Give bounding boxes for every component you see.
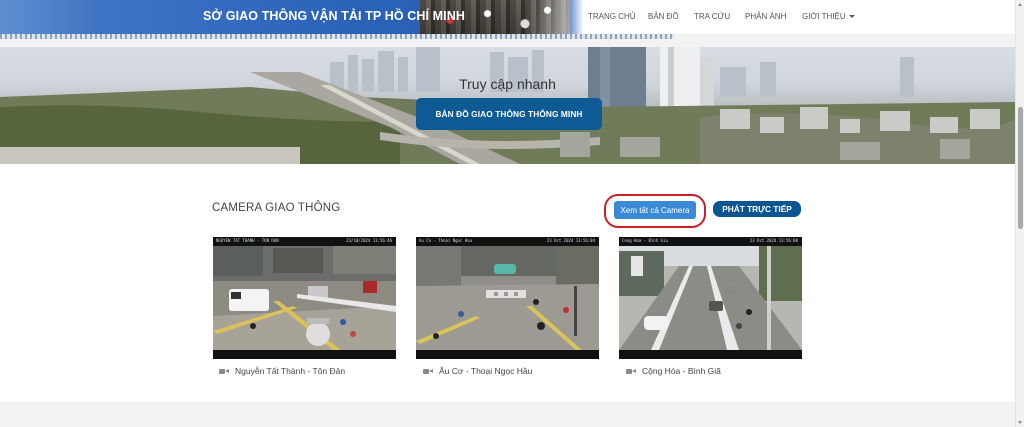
camera-overlay-timestamp: 23 Oct 2024 13:56:04 — [546, 238, 595, 243]
video-camera-icon — [219, 368, 229, 375]
scroll-thumb[interactable] — [1018, 107, 1023, 229]
smart-traffic-map-button[interactable]: BẢN ĐỒ GIAO THÔNG THÔNG MINH — [416, 98, 602, 130]
camera-thumbnail-3[interactable]: Cong Hoa - Binh Gia 23 Oct 2024 13:56:00 — [619, 237, 802, 359]
camera-feed-image — [619, 246, 802, 350]
nav-item-feedback[interactable]: PHẢN ÁNH — [745, 12, 786, 21]
camera-overlay-label: Au Co - Thoai Ngoc Hau — [419, 238, 472, 243]
nav-item-home[interactable]: TRANG CHỦ — [588, 12, 636, 21]
video-camera-icon — [423, 368, 433, 375]
camera-name: Nguyễn Tất Thành - Tôn Đản — [235, 366, 346, 376]
scroll-up-arrow-icon[interactable] — [1018, 3, 1022, 6]
camera-feed-image — [213, 246, 396, 350]
nav-item-lookup[interactable]: TRA CỨU — [694, 12, 730, 21]
camera-overlay-label: NGUYEN TAT THANH - TON DAN — [216, 238, 279, 243]
camera-caption-3[interactable]: Cộng Hòa - Bình Giã — [626, 366, 721, 376]
header-divider-strip — [0, 34, 675, 39]
camera-thumbnail-1[interactable]: NGUYEN TAT THANH - TON DAN 23/10/2024 13… — [213, 237, 396, 359]
camera-feed-image — [416, 246, 599, 350]
camera-name: Cộng Hòa - Bình Giã — [642, 366, 721, 376]
camera-overlay-label: Cong Hoa - Binh Gia — [622, 238, 668, 243]
camera-thumbnail-2[interactable]: Au Co - Thoai Ngoc Hau 23 Oct 2024 13:56… — [416, 237, 599, 359]
camera-section: CAMERA GIAO THÔNG Xem tất cả Camera PHÁT… — [0, 164, 1015, 402]
chevron-down-icon — [848, 15, 855, 19]
camera-overlay-timestamp: 23/10/2024 13:56:46 — [346, 238, 392, 243]
live-stream-button[interactable]: PHÁT TRỰC TIẾP — [713, 201, 801, 217]
camera-name: Âu Cơ - Thoại Ngọc Hầu — [439, 366, 533, 376]
nav-item-about-label: GIỚI THIỆU — [802, 12, 846, 21]
section-title: CAMERA GIAO THÔNG — [212, 202, 341, 214]
view-all-cameras-button[interactable]: Xem tất cả Camera — [614, 201, 696, 219]
camera-caption-1[interactable]: Nguyễn Tất Thành - Tôn Đản — [219, 366, 345, 376]
scroll-down-arrow-icon[interactable] — [1018, 421, 1022, 424]
site-header: SỞ GIAO THÔNG VẬN TẢI TP HỒ CHÍ MINH — [0, 0, 1024, 34]
video-camera-icon — [626, 368, 636, 375]
nav-item-map[interactable]: BẢN ĐỒ — [648, 12, 679, 21]
camera-caption-2[interactable]: Âu Cơ - Thoại Ngọc Hầu — [423, 366, 532, 376]
hero-banner: Truy cập nhanh BẢN ĐỒ GIAO THÔNG THÔNG M… — [0, 47, 1015, 164]
hero-title: Truy cập nhanh — [459, 76, 556, 92]
camera-overlay-timestamp: 23 Oct 2024 13:56:00 — [749, 238, 798, 243]
page-scrollbar[interactable] — [1015, 0, 1024, 427]
nav-item-about[interactable]: GIỚI THIỆU — [802, 12, 855, 21]
site-title[interactable]: SỞ GIAO THÔNG VẬN TẢI TP HỒ CHÍ MINH — [203, 9, 465, 23]
